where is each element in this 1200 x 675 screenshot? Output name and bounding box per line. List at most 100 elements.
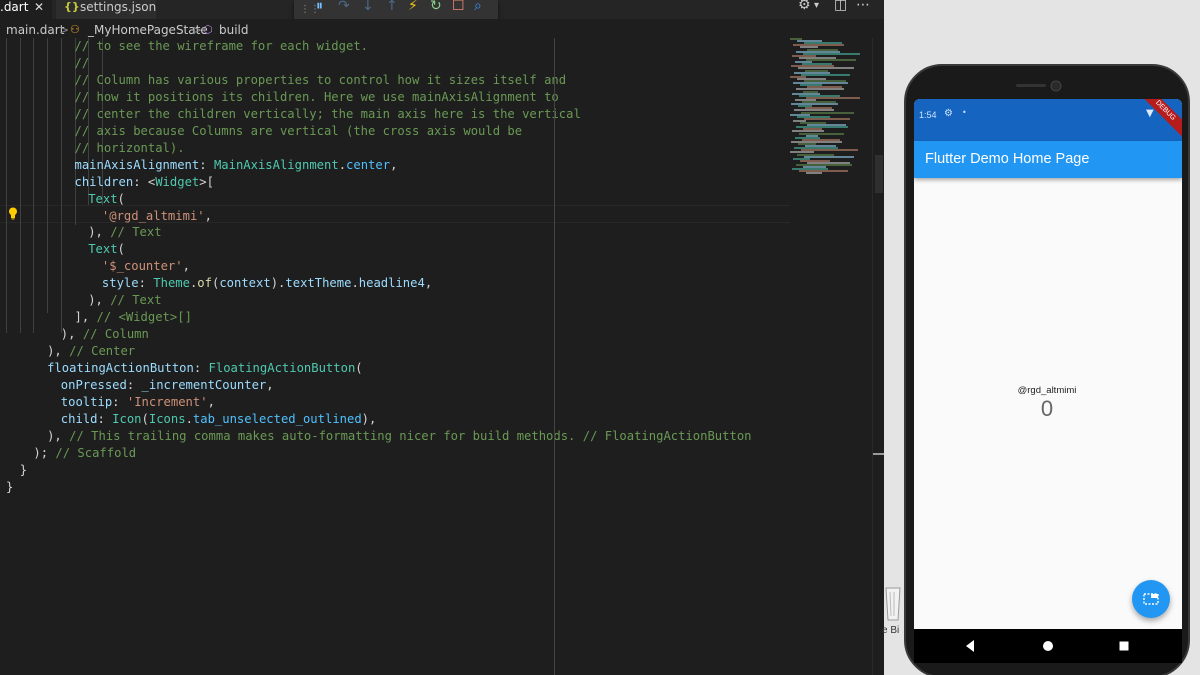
code-token: Text <box>88 191 118 206</box>
indent-guide <box>47 38 49 314</box>
json-icon: {} <box>64 0 80 13</box>
code-token: ), <box>88 293 111 308</box>
code-token: . <box>185 411 193 426</box>
run-debug-icon[interactable]: ⚙ <box>798 0 811 13</box>
code-token: } <box>6 479 14 494</box>
scroll-thumb[interactable] <box>875 155 883 193</box>
code-line[interactable]: children: <Widget>[ <box>75 174 214 191</box>
tab-settings-json[interactable]: {} settings.json <box>56 0 156 19</box>
code-token: ( <box>117 191 125 206</box>
step-into-icon[interactable]: ↓ <box>362 0 374 14</box>
code-token: ); <box>33 445 56 460</box>
wifi-icon: ▼ <box>1146 108 1154 119</box>
indent-guide <box>60 38 62 333</box>
code-token: // <box>74 55 90 70</box>
code-token: // horizontal). <box>74 140 185 155</box>
code-token: // FloatingActionButton <box>582 428 752 443</box>
code-token: ), <box>60 327 83 342</box>
code-token: ], <box>74 310 97 325</box>
code-line[interactable]: ); // Scaffold <box>33 445 136 462</box>
code-line[interactable]: tooltip: 'Increment', <box>61 394 215 411</box>
minimap-line <box>804 117 850 120</box>
recents-icon[interactable] <box>1116 629 1132 663</box>
split-editor-icon[interactable]: ◫ <box>834 0 847 13</box>
code-line[interactable]: mainAxisAlignment: MainAxisAlignment.cen… <box>75 157 398 174</box>
code-line[interactable]: Text( <box>88 241 125 258</box>
code-token: , <box>204 208 212 223</box>
code-token: '@rgd_altmimi' <box>101 208 205 223</box>
minimap-line <box>806 172 822 175</box>
editor-tab-bar: .dart ✕ {} settings.json ⋮⋮ ⏸ ↷ ↓ ↑ ⚡ ↻ … <box>0 0 884 19</box>
vertical-scrollbar[interactable] <box>872 38 885 675</box>
code-line[interactable]: // axis because Columns are vertical (th… <box>75 123 523 140</box>
code-line[interactable]: '@rgd_altmimi', <box>102 208 212 225</box>
back-icon[interactable] <box>962 629 978 663</box>
code-token: ( <box>355 361 363 376</box>
breadcrumb-file[interactable]: main.dart <box>6 19 64 41</box>
code-token: ). <box>270 276 286 291</box>
code-token: mainAxisAlignment <box>74 157 200 172</box>
notification-dot-icon: • <box>962 108 967 117</box>
code-token: : <box>193 361 209 376</box>
code-line[interactable]: ], // <Widget>[] <box>75 309 192 326</box>
code-line[interactable]: Text( <box>88 191 125 208</box>
code-line[interactable]: // center the children vertically; the m… <box>75 106 581 123</box>
code-line[interactable]: child: Icon(Icons.tab_unselected_outline… <box>61 411 377 428</box>
code-token: : <box>138 276 154 291</box>
hot-reload-icon[interactable]: ⚡ <box>408 0 418 14</box>
username-text: @rgd_altmimi <box>1017 385 1077 396</box>
code-token: . <box>351 276 359 291</box>
code-line[interactable]: style: Theme.of(context).textTheme.headl… <box>102 275 432 292</box>
devtools-search-icon[interactable]: ⌕ <box>474 0 482 14</box>
code-line[interactable]: ), // Text <box>88 224 161 241</box>
close-icon[interactable]: ✕ <box>34 0 44 14</box>
code-token: : <box>199 157 214 172</box>
more-icon[interactable]: ⋯ <box>856 0 870 13</box>
minimap-line <box>806 59 856 61</box>
code-line[interactable]: // horizontal). <box>75 140 185 157</box>
step-out-icon[interactable]: ↑ <box>386 0 398 14</box>
pause-icon[interactable]: ⏸ <box>316 0 323 14</box>
code-token: FloatingActionButton <box>208 361 356 376</box>
indent-guide <box>33 38 35 333</box>
code-line[interactable]: } <box>6 479 13 496</box>
counter-value: 0 <box>1040 396 1054 421</box>
code-line[interactable]: floatingActionButton: FloatingActionButt… <box>47 360 363 377</box>
minimap[interactable] <box>786 38 872 178</box>
code-line[interactable]: } <box>20 462 27 479</box>
code-token: style <box>101 276 139 291</box>
tab-main-dart[interactable]: .dart ✕ <box>0 0 52 19</box>
code-line[interactable]: // Column has various properties to cont… <box>75 72 567 89</box>
phone-speaker-camera <box>1016 80 1062 92</box>
step-over-icon[interactable]: ↷ <box>338 0 350 14</box>
code-line[interactable]: onPressed: _incrementCounter, <box>61 377 274 394</box>
code-token: ), <box>47 428 70 443</box>
code-token: floatingActionButton <box>47 361 194 376</box>
code-token: // axis because Columns are vertical (th… <box>74 123 523 138</box>
code-line[interactable]: // to see the wireframe for each widget. <box>75 38 369 55</box>
code-token: , <box>266 378 274 392</box>
code-line[interactable]: // how it positions its children. Here w… <box>75 89 559 106</box>
code-line[interactable]: // <box>75 55 90 72</box>
code-token: ), <box>361 411 377 426</box>
code-editor[interactable]: .dart ✕ {} settings.json ⋮⋮ ⏸ ↷ ↓ ↑ ⚡ ↻ … <box>0 0 885 675</box>
code-token: headline4 <box>358 276 425 291</box>
code-line[interactable]: ), // Column <box>61 326 149 343</box>
code-line[interactable]: '$_counter', <box>102 258 190 275</box>
code-token: >[ <box>199 174 214 189</box>
code-token: Widget <box>155 174 200 189</box>
code-line[interactable]: ), // Text <box>88 292 161 309</box>
restart-icon[interactable]: ↻ <box>430 0 442 14</box>
emulator-screen[interactable]: 1:54 ⚙ • ▼ DEBUG Flutter Demo Home Page … <box>914 99 1182 663</box>
increment-fab[interactable] <box>1132 580 1170 618</box>
code-token: , <box>207 394 215 409</box>
chevron-down-icon[interactable]: ▾ <box>814 0 819 11</box>
code-token: children <box>74 174 134 189</box>
home-icon[interactable] <box>1040 629 1056 663</box>
stop-icon[interactable]: ☐ <box>452 0 465 14</box>
code-token: : <box>126 378 142 392</box>
code-line[interactable]: ), // Center <box>47 343 135 360</box>
code-line[interactable]: ), // This trailing comma makes auto-for… <box>47 428 751 445</box>
lightbulb-icon[interactable] <box>8 207 18 220</box>
editor-actions: ⚙ ▾ ◫ ⋯ <box>796 0 884 19</box>
